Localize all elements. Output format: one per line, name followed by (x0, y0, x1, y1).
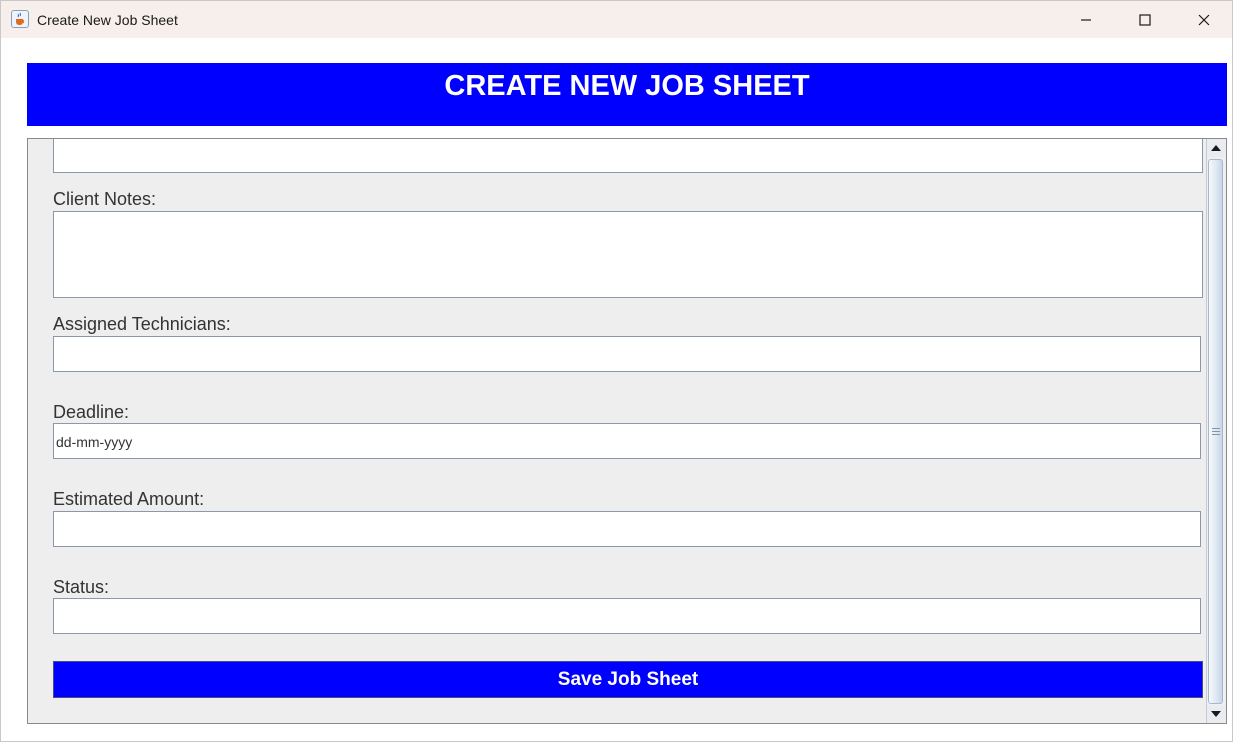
maximize-icon (1139, 13, 1151, 26)
scroll-down-button[interactable] (1207, 705, 1225, 723)
thumb-grip-line (1212, 434, 1220, 435)
deadline-label: Deadline: (53, 402, 130, 422)
client-notes-textarea[interactable] (53, 211, 1203, 298)
minimize-icon (1081, 18, 1091, 21)
window-content: CREATE NEW JOB SHEET Client Notes: Assig… (1, 38, 1232, 741)
scrollbar-thumb[interactable] (1208, 159, 1223, 704)
deadline-input[interactable]: dd-mm-yyyy (53, 423, 1201, 459)
job-sheet-form: Client Notes: Assigned Technicians: Dead… (28, 139, 1206, 723)
save-job-sheet-button[interactable]: Save Job Sheet (53, 661, 1203, 698)
arrow-down-icon (1211, 711, 1221, 717)
arrow-up-icon (1211, 145, 1221, 151)
estimated-amount-label: Estimated Amount: (53, 489, 205, 509)
close-icon (1198, 14, 1210, 25)
thumb-grip-line (1212, 428, 1220, 429)
previous-field-input[interactable] (53, 139, 1203, 173)
scroll-up-button[interactable] (1207, 139, 1225, 157)
form-scroll-pane[interactable]: Client Notes: Assigned Technicians: Dead… (27, 138, 1227, 724)
estimated-amount-input[interactable] (53, 511, 1201, 547)
status-input[interactable] (53, 598, 1201, 634)
window-title: Create New Job Sheet (37, 12, 178, 28)
status-label: Status: (53, 577, 110, 597)
maximize-button[interactable] (1116, 1, 1174, 38)
client-notes-label: Client Notes: (53, 189, 157, 209)
close-button[interactable] (1175, 1, 1232, 38)
minimize-button[interactable] (1057, 1, 1115, 38)
job-sheet-window: Create New Job Sheet CREATE NEW JOB SHEE… (0, 0, 1233, 742)
java-cup-icon (11, 10, 29, 28)
thumb-grip-line (1212, 431, 1220, 432)
vertical-scrollbar[interactable] (1206, 139, 1225, 723)
assigned-technicians-input[interactable] (53, 336, 1201, 372)
assigned-technicians-label: Assigned Technicians: (53, 314, 231, 334)
deadline-value: dd-mm-yyyy (56, 434, 133, 450)
title-bar[interactable]: Create New Job Sheet (1, 1, 1232, 38)
page-title: CREATE NEW JOB SHEET (27, 63, 1227, 126)
